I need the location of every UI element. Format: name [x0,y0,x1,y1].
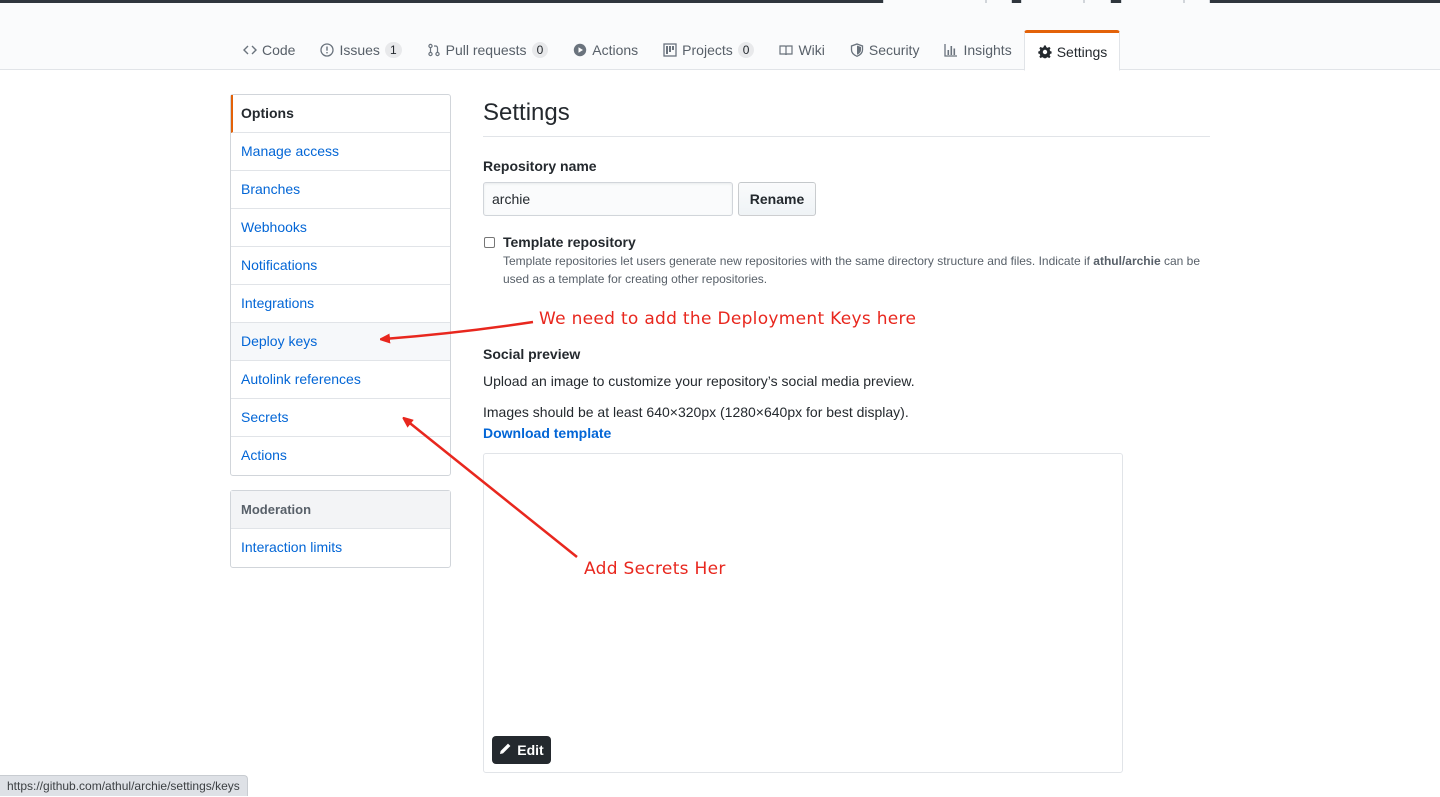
book-icon [778,42,794,58]
tab-wiki[interactable]: Wiki [766,30,836,70]
template-repository-note: Template repositories let users generate… [503,252,1215,288]
tab-projects[interactable]: Projects 0 [650,30,766,70]
sidebar-item-deploy-keys[interactable]: Deploy keys [231,323,450,361]
sidebar-item-branches[interactable]: Branches [231,171,450,209]
tab-label: Projects [682,42,733,58]
repository-name-input[interactable] [483,182,733,216]
sidebar-item-webhooks[interactable]: Webhooks [231,209,450,247]
sidebar-item-options[interactable]: Options [231,95,450,133]
repo-tabs: Code Issues 1 Pull requests 0 Actions Pr… [230,30,1121,71]
settings-sidebar: Options Manage access Branches Webhooks … [230,94,451,476]
social-preview-size-note: Images should be at least 640×320px (128… [483,404,909,420]
pull-request-icon [426,42,442,58]
pull-requests-counter: 0 [531,42,549,58]
tab-label: Actions [592,42,639,58]
secrets-annotation: Add Secrets Her [584,559,726,579]
code-icon [242,42,258,58]
tab-label: Wiki [798,42,825,58]
sidebar-item-interaction-limits[interactable]: Interaction limits [231,529,450,567]
social-preview-description: Upload an image to customize your reposi… [483,373,915,389]
play-icon [572,42,588,58]
sidebar-item-secrets[interactable]: Secrets [231,399,450,437]
edit-button[interactable]: Edit [492,736,551,764]
sidebar-item-integrations[interactable]: Integrations [231,285,450,323]
tab-settings[interactable]: Settings [1023,30,1121,71]
gear-icon [1037,44,1053,60]
repository-name-label: Repository name [483,158,597,174]
tab-code[interactable]: Code [230,30,307,70]
tab-pull-requests[interactable]: Pull requests 0 [414,30,561,70]
sidebar-item-notifications[interactable]: Notifications [231,247,450,285]
social-preview-heading: Social preview [483,346,581,362]
edit-button-label: Edit [517,742,544,758]
tab-label: Settings [1056,43,1108,60]
tab-label: Security [868,42,920,58]
pencil-icon [499,742,512,758]
tab-label: Code [262,42,296,58]
settings-main: Settings [483,95,1210,137]
issue-icon [319,42,335,58]
rename-button[interactable]: Rename [738,182,816,216]
deploy-keys-annotation: We need to add the Deployment Keys here [539,309,917,329]
sidebar-item-manage-access[interactable]: Manage access [231,133,450,171]
social-preview-box[interactable]: Edit [483,453,1123,773]
moderation-sidebar: Moderation Interaction limits [230,490,451,568]
repo-full-name: athul/archie [1093,254,1161,268]
tab-label: Insights [963,42,1012,58]
note-text: Template repositories let users generate… [503,254,1094,268]
browser-status-url: https://github.com/athul/archie/settings… [0,775,248,796]
projects-counter: 0 [737,42,755,58]
moderation-heading: Moderation [231,491,450,529]
shield-icon [849,42,865,58]
tab-security[interactable]: Security [837,30,932,70]
tab-issues[interactable]: Issues 1 [307,30,413,70]
tab-label: Issues [339,42,380,58]
template-repository-label: Template repository [503,234,636,250]
sidebar-item-autolink-references[interactable]: Autolink references [231,361,450,399]
repo-header: Code Issues 1 Pull requests 0 Actions Pr… [0,3,1440,71]
download-template-link[interactable]: Download template [483,425,611,441]
sidebar-item-actions[interactable]: Actions [231,437,450,475]
tab-actions[interactable]: Actions [560,30,650,70]
tab-insights[interactable]: Insights [931,30,1023,70]
project-icon [662,42,678,58]
tab-label: Pull requests [445,42,527,58]
page-title: Settings [483,95,1210,137]
graph-icon [943,42,959,58]
template-repository-checkbox[interactable] [484,237,495,248]
issues-counter: 1 [384,42,402,58]
